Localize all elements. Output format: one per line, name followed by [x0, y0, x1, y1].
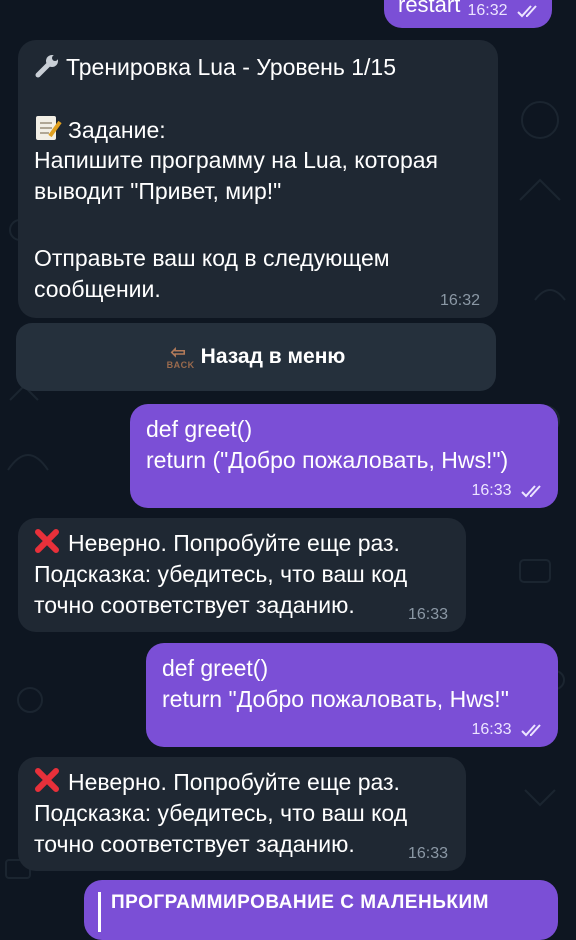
task-label-row: Задание:	[34, 114, 166, 146]
message-bubble-error[interactable]: Неверно. Попробуйте еще раз. Подсказка: …	[18, 757, 466, 871]
message-time: 16:33	[472, 482, 547, 500]
message-text-row: Неверно. Попробуйте еще раз. Подсказка: …	[34, 768, 408, 857]
back-to-menu-button[interactable]: ⇦ BACK Назад в меню	[16, 323, 496, 391]
double-check-icon	[521, 724, 541, 737]
task-title-row: Тренировка Lua - Уровень 1/15	[34, 52, 396, 83]
message-bubble-outgoing-restart[interactable]: restart 16:32	[384, 0, 552, 28]
message-text: def greet() return "Добро пожаловать, Hw…	[162, 655, 509, 712]
banner-text: ПРОГРАММИРОВАНИЕ С МАЛЕНЬКИМ	[111, 892, 489, 913]
back-icon: ⇦ BACK	[166, 342, 195, 370]
message-time: 16:33	[407, 606, 448, 623]
message-bubble-outgoing[interactable]: def greet() return ("Добро пожаловать, H…	[130, 404, 558, 508]
banner-quote: ПРОГРАММИРОВАНИЕ С МАЛЕНЬКИМ	[98, 892, 544, 932]
wrench-icon	[35, 55, 58, 78]
message-text: restart	[398, 0, 461, 17]
message-bubble-error[interactable]: Неверно. Попробуйте еще раз. Подсказка: …	[18, 518, 466, 632]
double-check-icon	[521, 485, 541, 498]
task-footer: Отправьте ваш код в следующем сообщении.	[34, 245, 390, 302]
back-to-menu-label: Назад в меню	[200, 345, 346, 368]
message-bubble-outgoing-banner[interactable]: ПРОГРАММИРОВАНИЕ С МАЛЕНЬКИМ	[84, 880, 558, 940]
message-text: def greet() return ("Добро пожаловать, H…	[146, 416, 509, 473]
message-time: 16:33	[407, 845, 448, 862]
message-text-row: Неверно. Попробуйте еще раз. Подсказка: …	[34, 529, 408, 618]
memo-icon	[36, 116, 62, 140]
message-time: 16:32	[439, 292, 480, 309]
message-bubble-task[interactable]: Тренировка Lua - Уровень 1/15 Задание: Н…	[18, 40, 498, 318]
message-time: 16:32	[468, 2, 543, 20]
task-text: Напишите программу на Lua, которая вывод…	[34, 147, 438, 204]
message-bubble-outgoing[interactable]: def greet() return "Добро пожаловать, Hw…	[146, 643, 558, 747]
message-time: 16:33	[472, 721, 547, 739]
double-check-icon	[517, 5, 537, 18]
